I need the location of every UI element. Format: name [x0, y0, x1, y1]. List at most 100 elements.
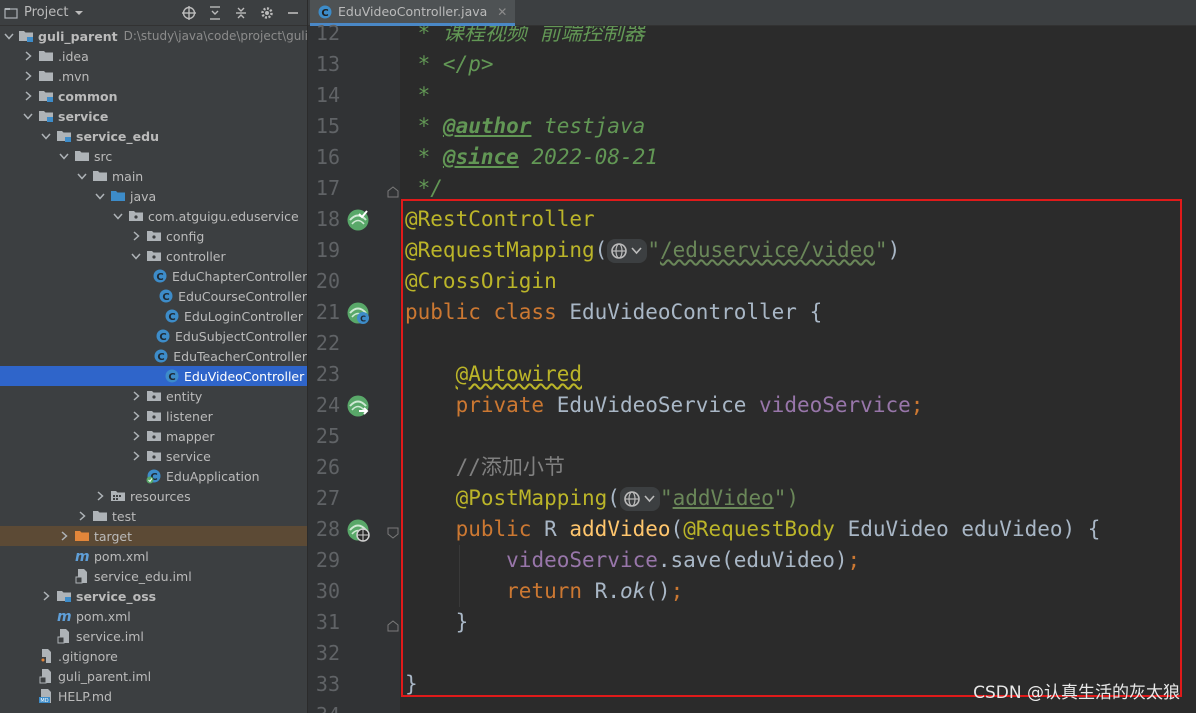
tree-item[interactable]: MD HELP.md	[0, 686, 307, 706]
tree-item[interactable]: C EduTeacherController	[0, 346, 307, 366]
chevron-right-icon[interactable]	[130, 386, 142, 406]
collapse-all-icon[interactable]	[233, 5, 249, 21]
excluded-folder-icon	[74, 528, 90, 544]
code-line[interactable]: * @since 2022-08-21	[405, 142, 658, 173]
chevron-down-icon[interactable]	[130, 246, 142, 266]
tree-item[interactable]: service_oss	[0, 586, 307, 606]
code-line[interactable]: @CrossOrigin	[405, 266, 557, 297]
code-line[interactable]: public class EduVideoController {	[405, 297, 822, 328]
web-endpoint-icon[interactable]	[346, 518, 370, 542]
tree-item[interactable]: java	[0, 186, 307, 206]
code-line[interactable]: * </p>	[405, 49, 494, 80]
chevron-down-icon[interactable]	[40, 126, 52, 146]
chevron-right-icon[interactable]	[58, 526, 70, 546]
fold-marker-icon[interactable]	[387, 524, 399, 539]
tree-item[interactable]: src	[0, 146, 307, 166]
chevron-right-icon[interactable]	[22, 86, 34, 106]
tree-item[interactable]: com.atguigu.eduservice	[0, 206, 307, 226]
chevron-down-icon[interactable]	[58, 146, 70, 166]
chevron-right-icon[interactable]	[130, 426, 142, 446]
code-token: @Autowired	[455, 362, 583, 386]
tree-item[interactable]: resources	[0, 486, 307, 506]
chevron-right-icon[interactable]	[94, 486, 106, 506]
project-view-selector[interactable]: Project	[4, 5, 84, 20]
tree-item[interactable]: service_edu.iml	[0, 566, 307, 586]
tree-item[interactable]: C EduSubjectController	[0, 326, 307, 346]
tree-item[interactable]: listener	[0, 406, 307, 426]
chevron-down-icon[interactable]	[112, 206, 124, 226]
spring-bean-class-icon[interactable]: C	[346, 301, 370, 325]
tree-item[interactable]: C EduApplication	[0, 466, 307, 486]
code-line[interactable]: * 课程视频 前端控制器	[405, 26, 645, 49]
code-token: .save(eduVideo)	[657, 548, 848, 572]
close-icon[interactable]: ✕	[497, 5, 507, 19]
chevron-right-icon[interactable]	[22, 66, 34, 86]
chevron-right-icon[interactable]	[130, 406, 142, 426]
code-line[interactable]: //添加小节	[405, 452, 565, 483]
chevron-right-icon[interactable]	[130, 226, 142, 246]
locate-icon[interactable]	[181, 5, 197, 21]
tree-item[interactable]: common	[0, 86, 307, 106]
code-line[interactable]: private EduVideoService videoService;	[405, 390, 924, 421]
tree-item[interactable]: C EduCourseController	[0, 286, 307, 306]
spring-bean-icon[interactable]	[346, 208, 370, 232]
tree-item[interactable]: .gitignore	[0, 646, 307, 666]
url-globe-icon[interactable]	[607, 239, 648, 263]
code-line[interactable]: @Autowired	[405, 359, 582, 390]
code-area[interactable]: * 课程视频 前端控制器 * </p> * * @author testjava…	[400, 26, 1196, 713]
code-line[interactable]: return R.ok();	[405, 576, 683, 607]
code-line[interactable]: @RequestMapping("/eduservice/video")	[405, 235, 900, 266]
tree-item[interactable]: m pom.xml	[0, 606, 307, 626]
gear-icon[interactable]	[259, 5, 275, 21]
tree-item[interactable]: service	[0, 446, 307, 466]
code-line[interactable]: * @author testjava	[405, 111, 646, 142]
code-line[interactable]: }	[405, 669, 418, 700]
chevron-right-icon[interactable]	[22, 46, 34, 66]
tree-item[interactable]: .mvn	[0, 66, 307, 86]
tree-item[interactable]: m pom.xml	[0, 546, 307, 566]
chevron-right-icon[interactable]	[76, 506, 88, 526]
tree-item[interactable]: service	[0, 106, 307, 126]
url-globe-icon[interactable]	[619, 487, 660, 511]
tree-item[interactable]: service.iml	[0, 626, 307, 646]
chevron-right-icon[interactable]	[130, 446, 142, 466]
tree-item[interactable]: config	[0, 226, 307, 246]
code-line[interactable]: videoService.save(eduVideo);	[405, 545, 860, 576]
tree-item[interactable]: test	[0, 506, 307, 526]
tree-item[interactable]: .idea	[0, 46, 307, 66]
code-line[interactable]: public R addVideo(@RequestBody EduVideo …	[405, 514, 1101, 545]
tree-item[interactable]: controller	[0, 246, 307, 266]
tree-item[interactable]: guli_parent.iml	[0, 666, 307, 686]
code-line[interactable]: @PostMapping("addVideo")	[405, 483, 799, 514]
line-number: 32	[315, 641, 340, 665]
fold-marker-icon[interactable]	[387, 183, 399, 198]
tree-item[interactable]: C EduVideoController	[0, 366, 307, 386]
chevron-down-icon[interactable]	[4, 26, 14, 46]
tree-item[interactable]: main	[0, 166, 307, 186]
code-line[interactable]: @RestController	[405, 204, 595, 235]
chevron-down-icon[interactable]	[94, 186, 106, 206]
code-line[interactable]: *	[405, 80, 431, 111]
hide-panel-icon[interactable]	[285, 5, 301, 21]
tree-item[interactable]: guli_parent D:\study\java\code\project\gu…	[0, 26, 307, 46]
project-header: Project	[0, 0, 307, 26]
tree-item[interactable]: C EduLoginController	[0, 306, 307, 326]
tab-edu-video-controller[interactable]: C EduVideoController.java ✕	[310, 0, 516, 26]
tree-item[interactable]: mapper	[0, 426, 307, 446]
chevron-down-icon[interactable]	[76, 166, 88, 186]
tree-item[interactable]: service_edu	[0, 126, 307, 146]
editor-gutter[interactable]: 12 13 14 15 16 17 18 19 20 21 22 23 24 25 26 27 28 29 30 31…	[308, 21, 400, 713]
code-line[interactable]: */	[405, 173, 443, 204]
fold-marker-icon[interactable]	[387, 617, 399, 632]
tree-item[interactable]: C EduChapterController	[0, 266, 307, 286]
autowired-navigate-icon[interactable]	[346, 394, 370, 418]
chevron-down-icon[interactable]	[22, 106, 34, 126]
line-number: 33	[315, 672, 340, 696]
tree-item[interactable]: target	[0, 526, 307, 546]
chevron-right-icon[interactable]	[40, 586, 52, 606]
code-line[interactable]: }	[405, 607, 469, 638]
expand-all-icon[interactable]	[207, 5, 223, 21]
tree-item[interactable]: entity	[0, 386, 307, 406]
